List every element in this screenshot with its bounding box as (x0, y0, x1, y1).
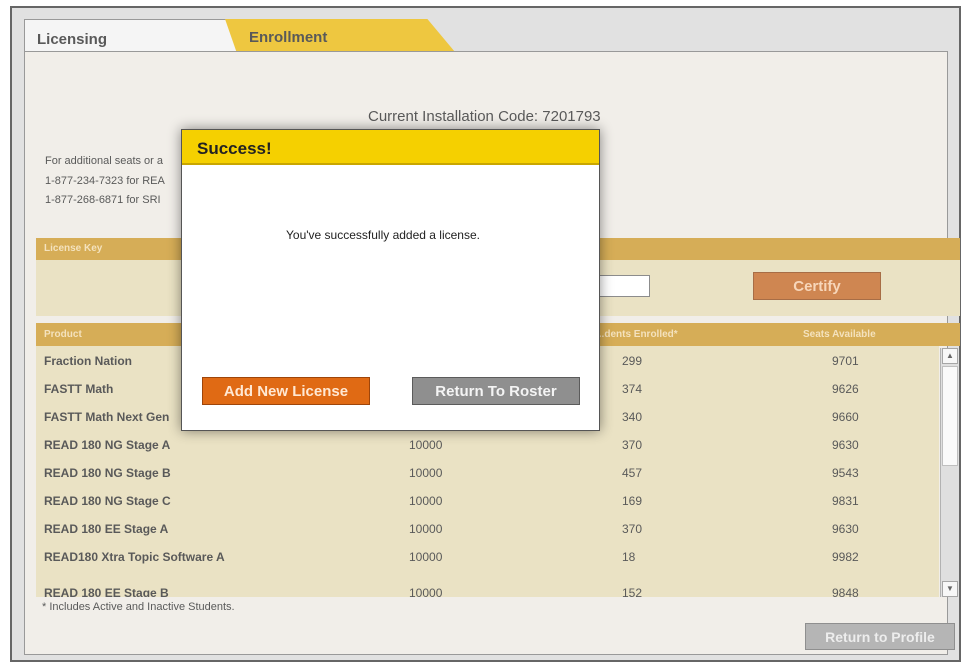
success-dialog: Success! You've successfully added a lic… (181, 129, 600, 431)
add-new-license-button[interactable]: Add New License (202, 377, 370, 405)
dialog-title: Success! (182, 130, 599, 165)
dialog-message: You've successfully added a license. (286, 228, 480, 242)
return-to-roster-button[interactable]: Return To Roster (412, 377, 580, 405)
